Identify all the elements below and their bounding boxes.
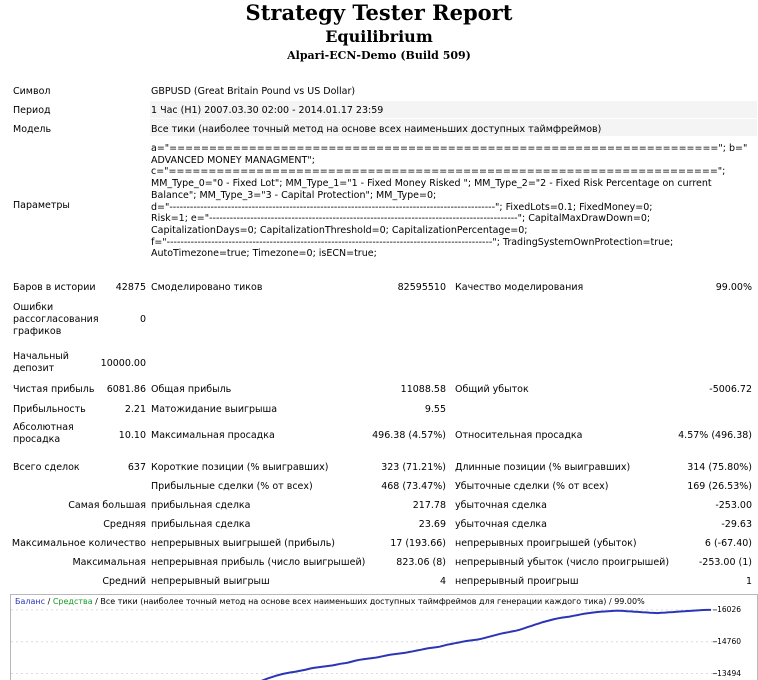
profit-trades-value: 468 (73.47%)	[381, 481, 446, 492]
server-name: Alpari-ECN-Demo (Build 509)	[287, 49, 471, 62]
max-cons-profit-value: 823.06 (8)	[396, 557, 446, 568]
balance-chart: Баланс / Средства / Все тики (наиболее т…	[10, 594, 758, 680]
params-block: a="=====================================…	[151, 143, 755, 260]
max-cons-loss-label: непрерывный убыток (число проигрышей)	[455, 557, 670, 568]
avg-label: Средний	[102, 576, 146, 587]
params-line: Balance"; MM_Type_3="3 - Capital Protect…	[151, 189, 437, 201]
net-profit-value: 6081.86	[106, 384, 146, 395]
largest-profit-label: прибыльная сделка	[151, 500, 251, 511]
model-label: Модель	[13, 124, 52, 135]
period-label: Период	[13, 105, 51, 116]
short-positions-value: 323 (71.21%)	[381, 462, 446, 473]
quality-label: Качество моделирования	[455, 282, 584, 293]
max-cons-losses-value: 6 (-67.40)	[704, 538, 752, 549]
long-positions-value: 314 (75.80%)	[687, 462, 752, 473]
period-value: 1 Час (H1) 2007.03.30 02:00 - 2014.01.17…	[151, 105, 384, 116]
params-line: MM_Type_0="0 - Fixed Lot"; MM_Type_1="1 …	[151, 178, 712, 190]
largest-loss-value: -253.00	[715, 500, 752, 511]
rel-drawdown-value: 4.57% (496.38)	[678, 430, 752, 441]
max-cons-wins-value: 17 (193.66)	[390, 538, 446, 549]
params-line: a="=====================================…	[151, 143, 748, 154]
profit-factor-value: 2.21	[124, 404, 146, 415]
params-line: Risk=1; e="-----------------------------…	[151, 213, 651, 225]
average-label: Средняя	[103, 519, 146, 530]
errors-value: 0	[139, 314, 146, 325]
max-cons-loss-value: -253.00 (1)	[698, 557, 752, 568]
largest-loss-label: убыточная сделка	[455, 500, 547, 511]
average-loss-label: убыточная сделка	[455, 519, 547, 530]
avg-cons-losses-label: непрерывный проигрыш	[455, 576, 579, 587]
params-line: f="-------------------------------------…	[151, 236, 674, 248]
expected-payoff-value: 9.55	[424, 404, 446, 415]
symbol-value: GBPUSD (Great Britain Pound vs US Dollar…	[151, 86, 356, 97]
avg-cons-wins-value: 4	[439, 576, 446, 587]
total-trades-label: Всего сделок	[13, 462, 80, 473]
params-line: ADVANCED MONEY MANAGMENT";	[151, 154, 315, 166]
ticks-label: Смоделировано тиков	[151, 282, 263, 293]
y-tick-label: 13494	[717, 668, 741, 678]
loss-trades-value: 169 (26.53%)	[687, 481, 752, 492]
bars-value: 42875	[115, 282, 146, 293]
deposit-label: Начальный депозит	[13, 351, 69, 374]
chart-plot	[11, 608, 717, 680]
profit-factor-label: Прибыльность	[13, 404, 86, 415]
ticks-value: 82595510	[397, 282, 446, 293]
abs-drawdown-value: 10.10	[118, 430, 146, 441]
largest-profit-value: 217.78	[412, 500, 446, 511]
gross-profit-label: Общая прибыль	[151, 384, 232, 395]
profit-trades-label: Прибыльные сделки (% от всех)	[151, 481, 313, 492]
y-tick-label: 14760	[717, 636, 741, 646]
max-count-label: Максимальное количество	[11, 538, 146, 549]
total-trades-value: 637	[127, 462, 146, 473]
average-loss-value: -29.63	[721, 519, 752, 530]
params-line: d="-------------------------------------…	[151, 201, 653, 213]
short-positions-label: Короткие позиции (% выигравших)	[151, 462, 329, 473]
report-title: Strategy Tester Report	[245, 0, 513, 25]
average-profit-label: прибыльная сделка	[151, 519, 251, 530]
max-cons-losses-label: непрерывных проигрышей (убыток)	[455, 538, 637, 549]
net-profit-label: Чистая прибыль	[13, 384, 95, 395]
max-cons-profit-label: непрерывная прибыль (число выигрышей)	[151, 557, 366, 568]
quality-value: 99.00%	[715, 282, 752, 293]
params-label: Параметры	[13, 200, 70, 211]
avg-cons-losses-value: 1	[745, 576, 752, 587]
long-positions-label: Длинные позиции (% выигравших)	[455, 462, 631, 473]
params-line: CapitalizationDays=0; CapitalizationThre…	[151, 224, 528, 236]
max-drawdown-value: 496.38 (4.57%)	[372, 430, 446, 441]
gross-loss-label: Общий убыток	[455, 384, 529, 395]
largest-label: Самая большая	[68, 500, 146, 511]
max-drawdown-label: Максимальная просадка	[151, 430, 275, 441]
expert-name: Equilibrium	[325, 27, 433, 46]
abs-drawdown-label: Абсолютная просадка	[13, 422, 74, 445]
deposit-value: 10000.00	[100, 358, 146, 369]
params-line: AutoTimezone=true; Timezone=0; isECN=tru…	[151, 248, 377, 260]
bars-label: Баров в истории	[13, 282, 96, 293]
expected-payoff-label: Матожидание выигрыша	[151, 404, 278, 415]
loss-trades-label: Убыточные сделки (% от всех)	[455, 481, 609, 492]
avg-cons-wins-label: непрерывный выигрыш	[151, 576, 270, 587]
params-line: c="=====================================…	[151, 166, 726, 178]
average-profit-value: 23.69	[418, 519, 446, 530]
balance-line	[260, 608, 711, 680]
gross-loss-value: -5006.72	[709, 384, 752, 395]
y-tick-label: 16026	[717, 604, 741, 614]
gross-profit-value: 11088.58	[400, 384, 446, 395]
model-value: Все тики (наиболее точный метод на основ…	[151, 124, 602, 135]
maximal-label: Максимальная	[72, 557, 146, 568]
symbol-label: Символ	[13, 86, 51, 97]
rel-drawdown-label: Относительная просадка	[455, 430, 583, 441]
max-cons-wins-label: непрерывных выигрышей (прибыль)	[151, 538, 336, 549]
